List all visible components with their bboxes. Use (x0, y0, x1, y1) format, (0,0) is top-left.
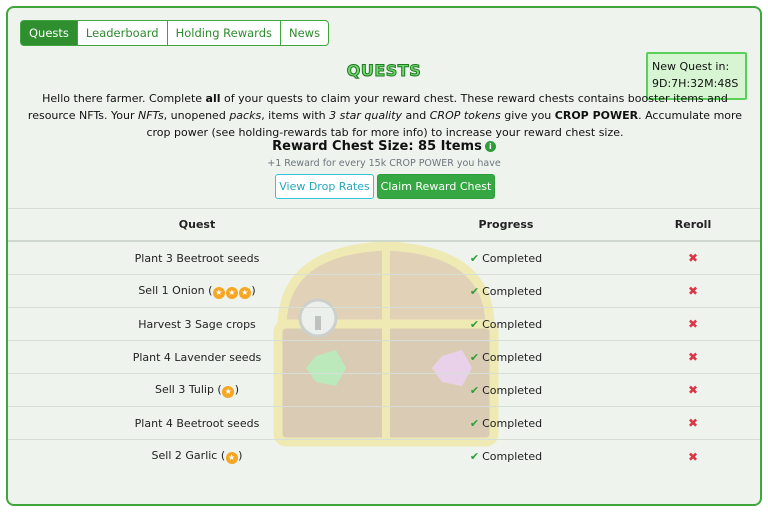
header-quest: Quest (178, 218, 216, 231)
view-drop-rates-button[interactable]: View Drop Rates (275, 174, 374, 199)
header-progress: Progress (478, 218, 534, 231)
check-icon: ✔ (469, 450, 480, 463)
quest-progress: ✔ Completed (469, 251, 543, 265)
reroll-close-icon[interactable]: ✖ (688, 383, 698, 397)
tab-quests[interactable]: Quests (20, 20, 78, 46)
quest-name: Sell 3 Tulip (★) (154, 382, 240, 398)
quest-name: Sell 2 Garlic (★) (151, 449, 243, 464)
tab-bar: Quests Leaderboard Holding Rewards News (20, 20, 330, 46)
page-title: QUESTS (346, 61, 422, 81)
table-header: Quest Progress Reroll (8, 208, 760, 242)
quest-progress: ✔ Completed (469, 350, 543, 364)
reroll-close-icon[interactable]: ✖ (688, 416, 698, 430)
star-icon: ★ (222, 385, 235, 398)
reroll-close-icon[interactable]: ✖ (688, 350, 698, 364)
quest-progress: ✔ Completed (469, 284, 543, 298)
reroll-close-icon[interactable]: ✖ (688, 317, 698, 331)
tab-leaderboard[interactable]: Leaderboard (76, 20, 168, 46)
check-icon: ✔ (469, 251, 480, 265)
reroll-cell: ✖ (626, 284, 760, 298)
table-row: Sell 2 Garlic (★) ✔ Completed ✖ (8, 440, 760, 473)
quest-name: Plant 4 Beetroot seeds (134, 416, 260, 430)
info-icon[interactable]: i (484, 141, 496, 152)
table-row: Harvest 3 Sage crops ✔ Completed ✖ (8, 308, 760, 341)
check-icon: ✔ (469, 317, 480, 331)
quest-name: Plant 3 Beetroot seeds (134, 251, 260, 265)
reroll-close-icon[interactable]: ✖ (688, 284, 698, 298)
reroll-cell: ✖ (626, 450, 760, 464)
quest-name: Harvest 3 Sage crops (138, 317, 256, 331)
quest-progress: ✔ Completed (469, 450, 543, 463)
reroll-cell: ✖ (626, 416, 760, 430)
quest-progress: ✔ Completed (469, 416, 543, 430)
claim-reward-chest-button[interactable]: Claim Reward Chest (377, 174, 495, 199)
reroll-cell: ✖ (626, 317, 760, 331)
table-row: Sell 1 Onion (★ ★ ★) ✔ Completed ✖ (8, 275, 760, 308)
star-icon: ★ (212, 286, 225, 299)
reroll-cell: ✖ (626, 350, 760, 364)
tab-holding-rewards[interactable]: Holding Rewards (166, 20, 281, 46)
quests-table: Quest Progress Reroll Plant 3 Beetroot s… (8, 208, 760, 473)
quests-panel: Quests Leaderboard Holding Rewards News … (6, 6, 762, 506)
reroll-cell: ✖ (626, 383, 760, 397)
reroll-close-icon[interactable]: ✖ (688, 251, 698, 265)
reward-chest-size: Reward Chest Size: 85 Items i (8, 139, 760, 154)
table-row: Sell 3 Tulip (★) ✔ Completed ✖ (8, 374, 760, 407)
quest-progress: ✔ Completed (469, 317, 543, 331)
quest-progress: ✔ Completed (469, 383, 543, 397)
table-row: Plant 4 Beetroot seeds ✔ Completed ✖ (8, 407, 760, 440)
star-icon: ★ (225, 452, 238, 464)
check-icon: ✔ (469, 416, 480, 430)
quest-name: Sell 1 Onion (★ ★ ★) (138, 283, 256, 299)
check-icon: ✔ (469, 350, 480, 364)
reroll-close-icon[interactable]: ✖ (688, 450, 698, 464)
table-row: Plant 4 Lavender seeds ✔ Completed ✖ (8, 341, 760, 374)
star-icon: ★ (225, 286, 238, 299)
tab-news[interactable]: News (280, 20, 330, 46)
intro-text: Hello there farmer. Complete all of your… (27, 92, 743, 139)
check-icon: ✔ (469, 383, 480, 397)
table-row: Plant 3 Beetroot seeds ✔ Completed ✖ (8, 242, 760, 275)
reroll-cell: ✖ (626, 251, 760, 265)
table-body: Plant 3 Beetroot seeds ✔ Completed ✖ Sell 1 … (8, 242, 760, 473)
header-reroll: Reroll (674, 218, 712, 231)
reward-note: +1 Reward for every 15k CROP POWER you h… (267, 158, 501, 169)
quest-name: Plant 4 Lavender seeds (132, 350, 262, 364)
check-icon: ✔ (469, 284, 480, 298)
star-icon: ★ (238, 286, 251, 299)
